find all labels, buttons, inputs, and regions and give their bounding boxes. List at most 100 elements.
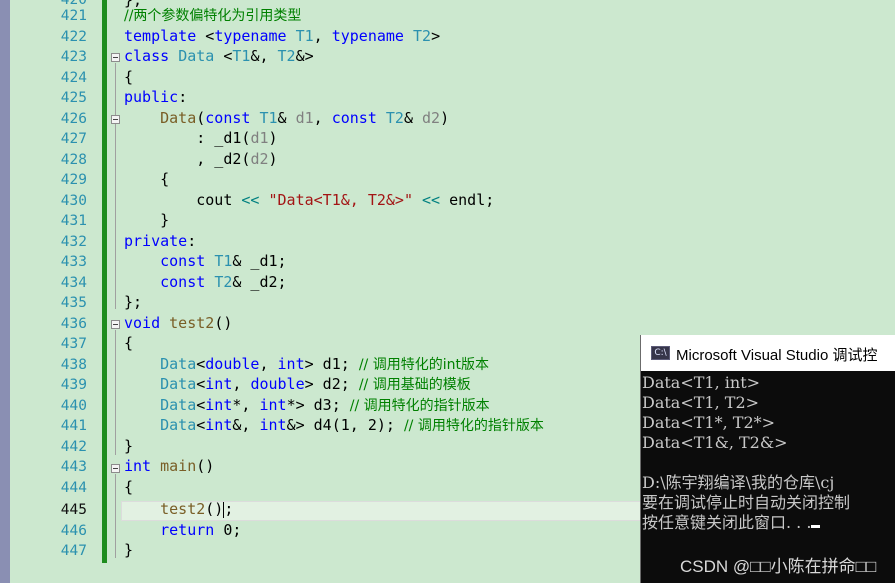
line-number: 421 <box>60 8 87 24</box>
type-name: Data <box>160 396 197 414</box>
type-name: T2 <box>413 27 432 45</box>
string-literal: "Data<T1&, T2&>" <box>268 191 414 209</box>
line-number: 444 <box>60 480 87 496</box>
line-number: 431 <box>60 213 87 229</box>
function-name: test2 <box>169 314 215 332</box>
param: d2 <box>422 109 441 127</box>
line-number: 447 <box>60 543 87 559</box>
keyword: const <box>331 109 377 127</box>
comment: //两个参数偏特化为引用类型 <box>124 8 302 24</box>
keyword: int <box>259 416 287 434</box>
console-output-line: Data<T1, int> <box>642 373 761 392</box>
type-name: T1 <box>214 252 233 270</box>
debug-console-window[interactable]: C:\ Microsoft Visual Studio 调试控 Data<T1,… <box>640 335 895 583</box>
code-line: class Data <T1&, T2&> <box>124 47 314 65</box>
code-line: Data<double, int> d1; // 调用特化的int版本 <box>160 355 489 373</box>
console-output-line: Data<T1, T2> <box>642 393 760 412</box>
type-name: Data <box>178 47 215 65</box>
line-number: 436 <box>60 316 87 332</box>
line-number: 437 <box>60 336 87 352</box>
code-line: const T2& _d2; <box>160 273 287 291</box>
type-name: T2 <box>214 273 233 291</box>
code-line: private: <box>124 232 197 250</box>
line-number-active: 445 <box>60 502 87 518</box>
keyword: void <box>124 314 161 332</box>
line-number-gutter: 420 421 422 423 424 425 426 427 428 429 … <box>10 0 90 583</box>
line-number: 426 <box>60 111 87 127</box>
line-number: 430 <box>60 193 87 209</box>
line-number: 425 <box>60 90 87 106</box>
console-prompt-text: 按任意键关闭此窗口. . . <box>642 513 812 532</box>
type-name: Data <box>160 375 197 393</box>
code-line: //两个参数偏特化为引用类型 <box>124 5 301 26</box>
line-number: 439 <box>60 377 87 393</box>
console-output-line: 要在调试停止时自动关闭控制 <box>642 493 851 512</box>
type-name: T1 <box>232 47 251 65</box>
function-name: test2 <box>160 500 206 518</box>
line-number: 446 <box>60 523 87 539</box>
line-number: 434 <box>60 275 87 291</box>
keyword: double <box>250 375 305 393</box>
line-number: 441 <box>60 418 87 434</box>
collapse-main-icon[interactable] <box>111 464 120 473</box>
comment: // 调用特化的int版本 <box>358 357 489 373</box>
keyword: int <box>205 375 233 393</box>
line-number: 423 <box>60 49 87 65</box>
console-title: Microsoft Visual Studio 调试控 <box>676 347 878 364</box>
type-name: Data <box>160 416 197 434</box>
collapse-class-icon[interactable] <box>111 53 120 62</box>
comment: // 调用特化的指针版本 <box>349 398 490 414</box>
line-number: 435 <box>60 295 87 311</box>
code-line: Data<int*, int*> d3; // 调用特化的指针版本 <box>160 396 490 414</box>
line-number: 442 <box>60 439 87 455</box>
operator: << <box>422 191 441 209</box>
param: d2 <box>250 150 269 168</box>
keyword: const <box>205 109 251 127</box>
function-name: Data <box>160 109 197 127</box>
code-line: void test2() <box>124 314 233 332</box>
console-cursor <box>811 525 821 528</box>
param: d1 <box>295 109 314 127</box>
line-number: 432 <box>60 234 87 250</box>
code-line: }; <box>124 293 143 311</box>
keyword: const <box>160 252 206 270</box>
outline-guide <box>115 330 116 455</box>
code-line: cout << "Data<T1&, T2&>" << endl; <box>124 191 495 209</box>
param: d1 <box>250 129 269 147</box>
keyword: const <box>160 273 206 291</box>
comment: // 调用特化的指针版本 <box>403 418 544 434</box>
code-line: int main() <box>124 457 215 475</box>
keyword: typename <box>331 27 404 45</box>
code-line: { <box>124 170 170 188</box>
keyword: return <box>160 521 215 539</box>
collapse-test2-icon[interactable] <box>111 320 120 329</box>
code-line: const T1& _d1; <box>160 252 287 270</box>
type-name: T2 <box>385 109 404 127</box>
vs-console-icon: C:\ <box>651 346 670 360</box>
type-name: T1 <box>295 27 314 45</box>
change-tracking-bar <box>102 0 107 563</box>
code-line: } <box>124 437 134 455</box>
type-name: T2 <box>277 47 296 65</box>
editor-margin-strip <box>0 0 10 583</box>
line-number: 424 <box>60 70 87 86</box>
code-line-active: test2(); <box>160 500 234 518</box>
console-title-bar[interactable]: C:\ Microsoft Visual Studio 调试控 <box>641 335 895 371</box>
code-line: public: <box>124 88 188 106</box>
code-line: Data(const T1& d1, const T2& d2) <box>160 109 450 127</box>
keyword: int <box>124 457 152 475</box>
collapse-ctor-icon[interactable] <box>111 115 120 124</box>
keyword: int <box>277 355 305 373</box>
keyword: class <box>124 47 170 65</box>
code-line: : _d1(d1) <box>124 129 278 147</box>
operator: << <box>241 191 260 209</box>
keyword: double <box>205 355 260 373</box>
keyword: typename <box>214 27 287 45</box>
code-line: , _d2(d2) <box>124 150 278 168</box>
watermark: CSDN @□□小陈在拼命□□ <box>680 557 877 576</box>
keyword: private <box>124 232 188 250</box>
console-output-line: D:\陈宇翔编译\我的仓库\cj <box>642 473 835 492</box>
code-line: { <box>124 478 134 496</box>
console-output-line: Data<T1&, T2&> <box>642 433 788 452</box>
code-line: } <box>124 211 170 229</box>
